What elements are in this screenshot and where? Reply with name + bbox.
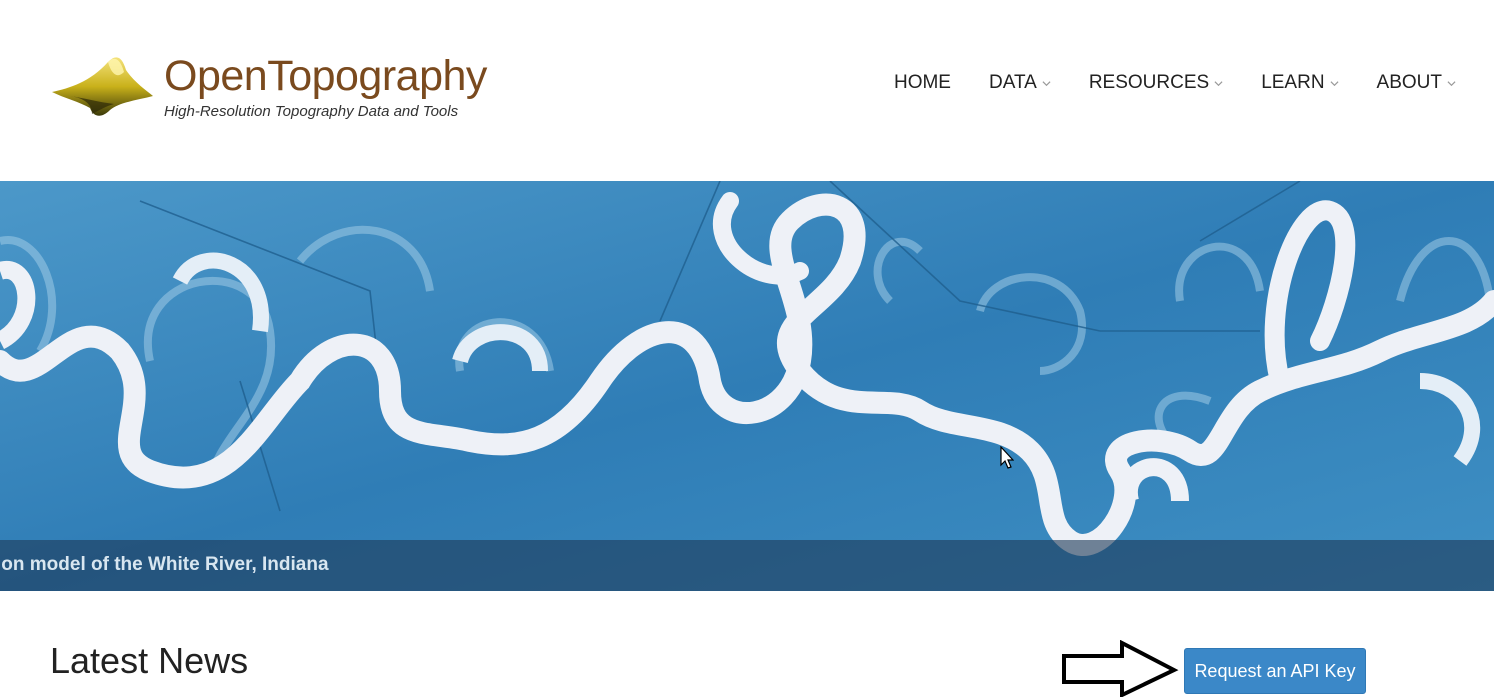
site-header: OpenTopography High-Resolution Topograph… <box>0 0 1494 181</box>
latest-news-heading: Latest News <box>50 640 249 681</box>
hero-banner[interactable]: ion model of the White River, Indiana <box>0 181 1494 591</box>
nav-about-label: ABOUT <box>1376 72 1442 93</box>
chevron-down-icon <box>1214 80 1223 86</box>
nav-data[interactable]: DATA <box>989 72 1051 94</box>
hero-caption: ion model of the White River, Indiana <box>0 554 329 575</box>
brand-subtitle: High-Resolution Topography Data and Tool… <box>164 103 459 120</box>
arrow-right-icon <box>1062 640 1179 697</box>
hero-elevation-image <box>0 181 1494 591</box>
hero-caption-bar: ion model of the White River, Indiana <box>0 540 1494 591</box>
brand-title[interactable]: OpenTopography <box>164 52 487 100</box>
nav-resources-label: RESOURCES <box>1088 72 1210 93</box>
nav-home-label: HOME <box>893 72 951 93</box>
nav-learn[interactable]: LEARN <box>1261 72 1339 94</box>
main-nav: HOME DATA RESOURCES LEARN ABOUT <box>856 72 1456 94</box>
nav-home[interactable]: HOME <box>894 72 951 94</box>
chevron-down-icon <box>1330 80 1339 86</box>
request-api-key-button[interactable]: Request an API Key <box>1184 648 1366 694</box>
nav-resources[interactable]: RESOURCES <box>1089 72 1223 94</box>
chevron-down-icon <box>1042 80 1051 86</box>
nav-data-label: DATA <box>988 72 1037 93</box>
mouse-cursor-icon <box>1000 446 1014 469</box>
mountain-logo-icon[interactable] <box>50 52 154 122</box>
nav-about[interactable]: ABOUT <box>1377 72 1456 94</box>
nav-learn-label: LEARN <box>1261 72 1325 93</box>
chevron-down-icon <box>1447 80 1456 86</box>
